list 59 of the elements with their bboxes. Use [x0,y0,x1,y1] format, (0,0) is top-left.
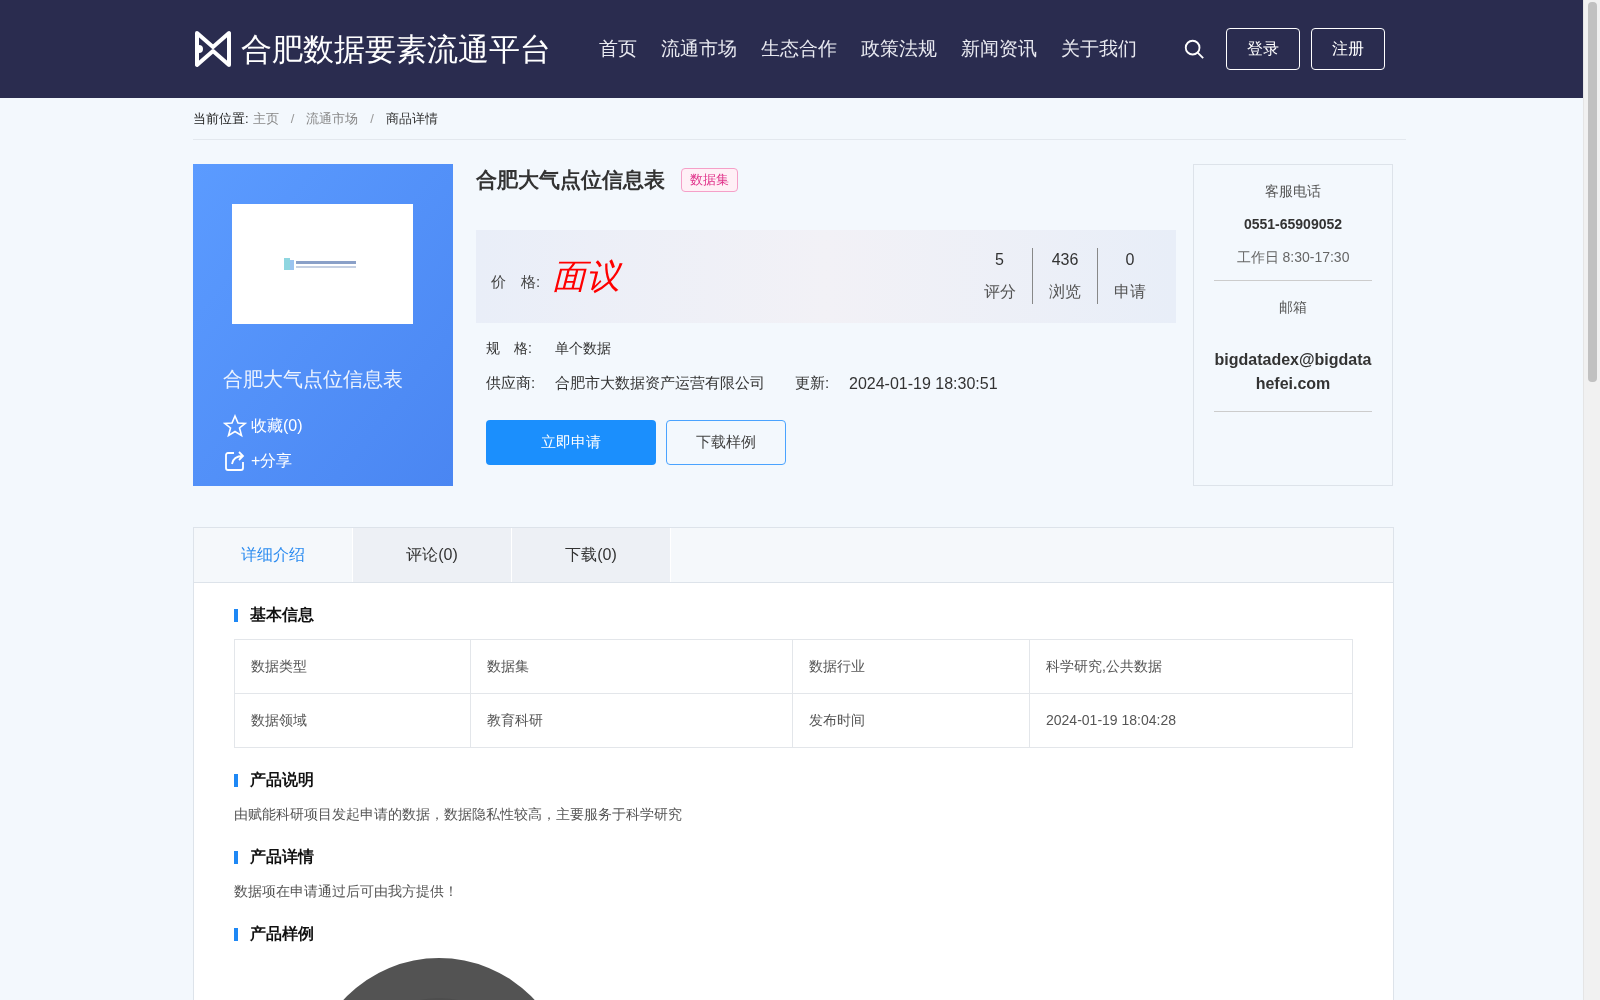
nav-link[interactable]: 生态合作 [761,34,837,64]
content-tab[interactable]: 下载(0) [512,528,671,582]
stat-value: 0 [1125,250,1135,270]
table-cell: 数据类型 [234,639,471,694]
table-cell: 数据领域 [234,693,471,748]
nav-link[interactable]: 首页 [599,34,637,64]
category-tag: 数据集 [681,168,738,192]
nav-link[interactable]: 政策法规 [861,34,937,64]
breadcrumb-separator: / [290,109,295,128]
nav-link[interactable]: 新闻资讯 [961,34,1037,64]
product-title: 合肥大气点位信息表 [476,167,665,193]
stat-label: 评分 [983,282,1016,302]
supplier-value: 合肥市大数据资产运营有限公司 [555,373,765,394]
breadcrumb-separator: / [370,109,374,128]
section-title: 产品样例 [250,924,314,944]
breadcrumb-link[interactable]: 主页 [252,108,279,129]
section-title: 基本信息 [250,605,314,625]
auth-button[interactable]: 登录 [1226,28,1300,70]
site-title: 合肥数据要素流通平台 [241,29,551,69]
spec-label: 规 格: [486,338,533,358]
updated-value: 2024-01-19 18:30:51 [849,373,998,394]
stat-label: 浏览 [1049,282,1081,302]
details-text: 数据项在申请通过后可由我方提供！ [234,882,459,901]
table-cell: 2024-01-19 18:04:28 [1029,693,1353,748]
stat-value: 436 [1051,250,1079,270]
logo-icon [193,29,233,69]
search-icon[interactable] [1183,38,1205,60]
breadcrumb-label: 当前位置: [193,109,249,128]
auth-button[interactable]: 注册 [1311,28,1385,70]
nav-link[interactable]: 流通市场 [661,34,737,64]
table-cell: 教育科研 [470,693,793,748]
email-address: bigdatadex@bigdatahefei.com [1214,350,1372,394]
breadcrumb-link[interactable]: 流通市场 [306,108,359,129]
section-title: 产品详情 [250,847,314,867]
stat-value: 5 [995,250,1004,270]
stat-label: 申请 [1114,282,1146,302]
email-label: 邮箱 [1279,298,1307,317]
phone-number: 0551-65909052 [1243,215,1343,234]
working-hours: 工作日 8:30-17:30 [1236,248,1350,267]
updated-label: 更新: [795,373,831,394]
card-product-name: 合肥大气点位信息表 [223,366,404,393]
phone-label: 客服电话 [1265,182,1321,201]
table-cell: 发布时间 [792,693,1030,748]
content-tab[interactable]: 评论(0) [353,528,512,582]
table-cell: 数据集 [470,639,793,694]
star-icon [223,414,247,438]
section-title: 产品说明 [250,770,314,790]
breadcrumb-link[interactable]: 商品详情 [385,108,438,129]
price-label: 价 格: [491,271,541,292]
price-value: 面议 [552,254,621,298]
supplier-label: 供应商: [486,373,537,394]
table-cell: 科学研究,公共数据 [1029,639,1353,694]
download-sample-button[interactable]: 下载样例 [666,419,786,465]
table-cell: 数据行业 [792,639,1030,694]
scrollbar[interactable] [1583,0,1600,1000]
spec-value: 单个数据 [555,338,611,358]
nav-link[interactable]: 关于我们 [1061,34,1137,64]
description-text: 由赋能科研项目发起申请的数据，数据隐私性较高，主要服务于科学研究 [234,805,683,824]
share-icon [223,449,247,473]
